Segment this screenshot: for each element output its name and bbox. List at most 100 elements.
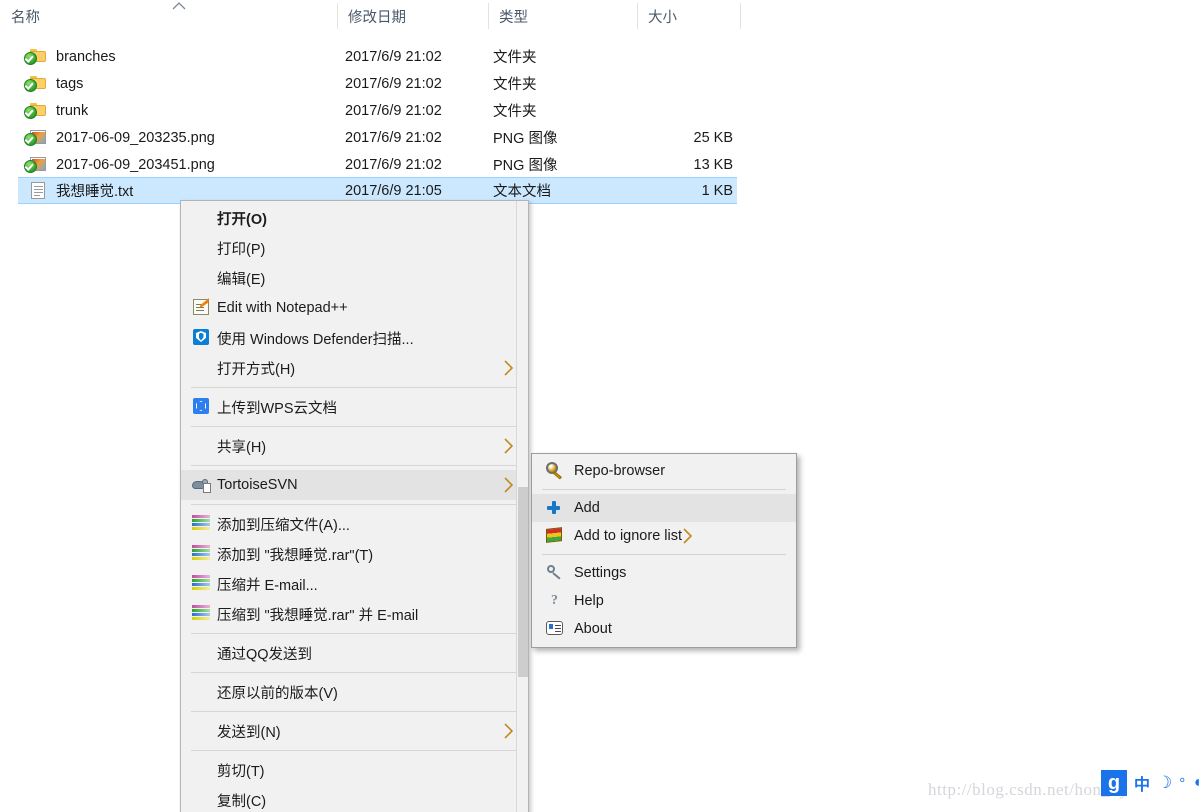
row-type-cell: 文件夹 (493, 100, 537, 121)
menu-item-edit-with-notepadpp[interactable]: Edit with Notepad++ (181, 293, 528, 323)
row-type-cell: 文件夹 (493, 46, 537, 67)
column-header-name-label: 名称 (11, 6, 40, 27)
menu-item-icon-placeholder (191, 683, 217, 701)
menu-item-label: 通过QQ发送到 (217, 643, 312, 664)
menu-item-icon-placeholder (191, 791, 217, 809)
row-name-cell: 2017-06-09_203235.png (27, 129, 215, 147)
menu-item-icon-placeholder (191, 761, 217, 779)
menu-item-icon-placeholder (191, 269, 217, 287)
wps-icon (191, 398, 217, 416)
menu-item-share[interactable]: 共享(H) (181, 431, 528, 461)
sort-ascending-icon (170, 1, 188, 13)
winrar-icon (191, 545, 217, 563)
row-size-cell: 13 KB (598, 157, 733, 173)
column-header-date[interactable]: 修改日期 (337, 0, 488, 32)
text-file-icon (27, 182, 47, 200)
menu-item-label: 上传到WPS云文档 (217, 397, 337, 418)
row-type-cell: PNG 图像 (493, 127, 557, 148)
menu-item-icon-placeholder (191, 437, 217, 455)
submenu-item-label: Add (574, 500, 600, 516)
column-header-name[interactable]: 名称 (0, 0, 337, 32)
submenu-separator (542, 489, 786, 490)
repo-browser-icon (544, 462, 574, 480)
menu-item-icon-placeholder (191, 239, 217, 257)
menu-item-copy[interactable]: 复制(C) (181, 785, 528, 812)
menu-item-tortoisesvn[interactable]: TortoiseSVN (181, 470, 528, 500)
notepadpp-icon (191, 299, 217, 317)
ime-language-mode[interactable]: 中 (1134, 771, 1150, 795)
row-name-cell: 我想睡觉.txt (27, 180, 133, 201)
menu-item-cut[interactable]: 剪切(T) (181, 755, 528, 785)
submenu-item-add-to-ignore-list[interactable]: Add to ignore list (532, 522, 796, 550)
menu-item-send-to[interactable]: 发送到(N) (181, 716, 528, 746)
table-row[interactable]: 2017-06-09_203451.png 2017/6/9 21:02 PNG… (18, 151, 737, 178)
submenu-separator (542, 554, 786, 555)
row-size-cell: 25 KB (598, 130, 733, 146)
row-date-cell: 2017/6/9 21:02 (345, 103, 485, 119)
help-icon: ? (544, 592, 574, 610)
row-type-cell: PNG 图像 (493, 154, 557, 175)
column-divider[interactable] (740, 3, 741, 29)
menu-item-label: 打开(O) (217, 208, 267, 229)
menu-item-open[interactable]: 打开(O) (181, 203, 528, 233)
menu-item-send-via-qq[interactable]: 通过QQ发送到 (181, 638, 528, 668)
ime-moon-icon[interactable]: ☽ (1157, 773, 1172, 793)
menu-item-open-with[interactable]: 打开方式(H) (181, 353, 528, 383)
add-icon (544, 499, 574, 517)
winrar-icon (191, 515, 217, 533)
menu-item-upload-wps[interactable]: 上传到WPS云文档 (181, 392, 528, 422)
ime-logo-icon[interactable]: g (1101, 770, 1127, 796)
folder-svn-icon (27, 48, 47, 66)
table-row[interactable]: branches 2017/6/9 21:02 文件夹 (18, 43, 737, 70)
menu-item-icon-placeholder (191, 644, 217, 662)
context-menu-scrollbar[interactable] (516, 201, 528, 812)
menu-item-compress-and-email[interactable]: 压缩并 E-mail... (181, 569, 528, 599)
column-divider[interactable] (637, 3, 638, 29)
column-header-size[interactable]: 大小 (637, 0, 740, 32)
row-name-label: trunk (56, 103, 88, 119)
ime-degree-icon[interactable]: ° (1179, 775, 1185, 792)
submenu-item-label: Add to ignore list (574, 528, 682, 544)
submenu-item-add[interactable]: Add (532, 494, 796, 522)
menu-item-restore-previous-versions[interactable]: 还原以前的版本(V) (181, 677, 528, 707)
menu-item-add-to-archive[interactable]: 添加到压缩文件(A)... (181, 509, 528, 539)
column-header-type[interactable]: 类型 (488, 0, 637, 32)
menu-item-print[interactable]: 打印(P) (181, 233, 528, 263)
menu-item-label: 打开方式(H) (217, 358, 295, 379)
settings-icon (544, 564, 574, 582)
menu-item-defender-scan[interactable]: 使用 Windows Defender扫描... (181, 323, 528, 353)
menu-separator (191, 426, 518, 427)
submenu-item-label: Help (574, 593, 604, 609)
column-divider[interactable] (337, 3, 338, 29)
submenu-item-settings[interactable]: Settings (532, 559, 796, 587)
row-type-cell: 文本文档 (493, 180, 551, 201)
menu-item-label: 使用 Windows Defender扫描... (217, 328, 414, 349)
tortoisesvn-icon (191, 476, 217, 494)
ignore-list-icon (544, 527, 574, 545)
table-row[interactable]: tags 2017/6/9 21:02 文件夹 (18, 70, 737, 97)
submenu-item-help[interactable]: ? Help (532, 587, 796, 615)
menu-item-label: 剪切(T) (217, 760, 265, 781)
menu-item-add-to-named-rar[interactable]: 添加到 "我想睡觉.rar"(T) (181, 539, 528, 569)
submenu-item-label: Settings (574, 565, 626, 581)
menu-item-label: 共享(H) (217, 436, 266, 457)
menu-item-label: 添加到压缩文件(A)... (217, 514, 350, 535)
menu-separator (191, 633, 518, 634)
menu-item-edit[interactable]: 编辑(E) (181, 263, 528, 293)
folder-svn-icon (27, 75, 47, 93)
column-header-date-label: 修改日期 (348, 6, 406, 27)
menu-item-icon-placeholder (191, 359, 217, 377)
table-row[interactable]: trunk 2017/6/9 21:02 文件夹 (18, 97, 737, 124)
submenu-item-about[interactable]: About (532, 615, 796, 643)
scrollbar-thumb[interactable] (518, 487, 528, 677)
menu-item-compress-named-and-email[interactable]: 压缩到 "我想睡觉.rar" 并 E-mail (181, 599, 528, 629)
table-row[interactable]: 2017-06-09_203235.png 2017/6/9 21:02 PNG… (18, 124, 737, 151)
about-icon (544, 620, 574, 638)
menu-item-label: 还原以前的版本(V) (217, 682, 338, 703)
row-name-label: 2017-06-09_203235.png (56, 130, 215, 146)
chevron-right-icon (503, 722, 514, 740)
ime-more-icon[interactable]: ◖ (1192, 774, 1202, 792)
column-divider[interactable] (488, 3, 489, 29)
submenu-item-repo-browser[interactable]: Repo-browser (532, 457, 796, 485)
menu-separator (191, 387, 518, 388)
